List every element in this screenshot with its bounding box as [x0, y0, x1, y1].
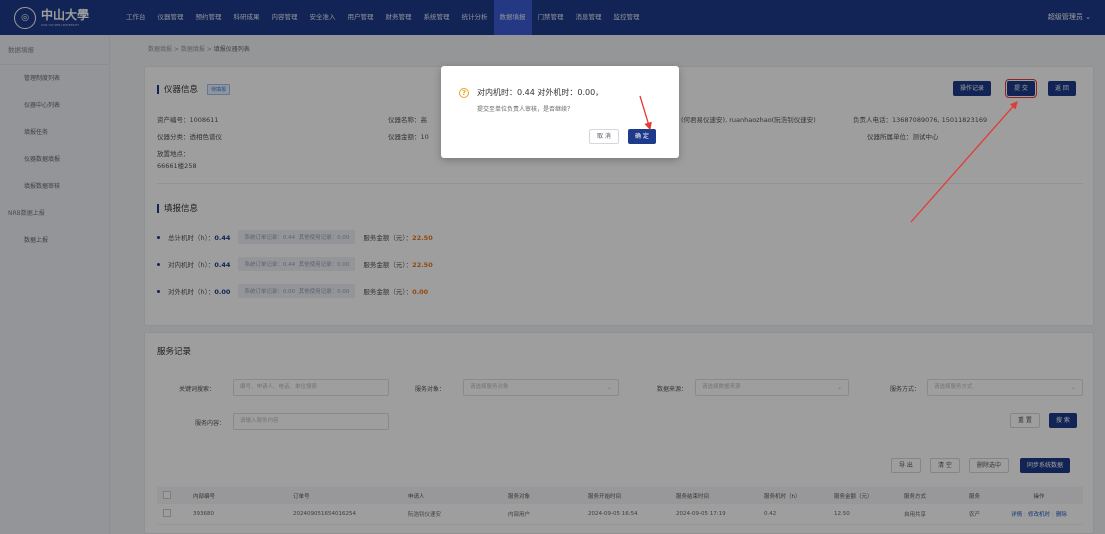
cancel-button[interactable]: 取 消: [589, 129, 619, 144]
dialog-message: 提交至单位负责人审核，是否继续？: [477, 106, 574, 113]
confirm-button[interactable]: 确 定: [628, 129, 656, 144]
confirm-dialog: ? 对内机时：0.44 对外机时：0.00， 提交至单位负责人审核，是否继续？ …: [441, 66, 679, 158]
warning-icon: ?: [459, 88, 469, 98]
dialog-title: 对内机时：0.44 对外机时：0.00，: [477, 88, 604, 97]
